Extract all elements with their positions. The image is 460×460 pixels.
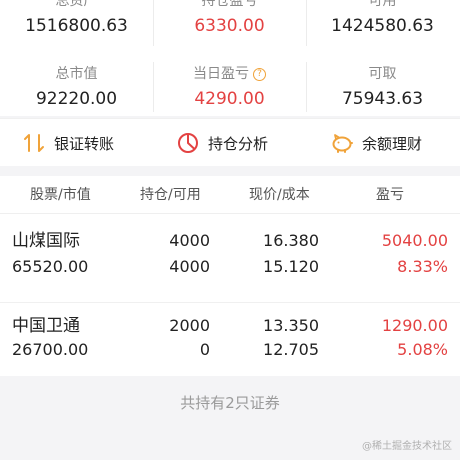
total-assets-cell: 总资产 1516800.63: [0, 0, 153, 38]
section-gap: [0, 166, 460, 176]
piggy-bank-icon: [330, 131, 354, 155]
divider: [153, 62, 154, 112]
withdrawable-value: 75943.63: [341, 89, 424, 109]
quick-actions-bar: 银证转账 持仓分析 余额理财: [0, 118, 460, 166]
stock-available: 0: [199, 340, 210, 359]
stock-price: 13.350: [263, 316, 319, 335]
pie-chart-icon: [176, 131, 200, 155]
position-pnl-label: 持仓盈亏: [201, 0, 258, 9]
stock-cost: 15.120: [263, 257, 319, 276]
header-pnl: 盈亏: [376, 187, 404, 203]
position-analysis-label: 持仓分析: [208, 134, 269, 153]
market-value-cell: 总市值 92220.00: [0, 64, 153, 111]
market-value-label: 总市值: [55, 66, 98, 82]
stock-pnl: 1290.00: [381, 316, 448, 335]
available-value: 1424580.63: [331, 16, 434, 36]
header-stock-market-value: 股票/市值: [30, 187, 91, 203]
position-analysis-button[interactable]: 持仓分析: [176, 119, 268, 167]
balance-finance-label: 余额理财: [362, 134, 423, 153]
divider: [306, 62, 307, 112]
table-row[interactable]: 山煤国际 65520.00 4000 4000 16.380 15.120 50…: [0, 226, 460, 288]
holdings-list: 山煤国际 65520.00 4000 4000 16.380 15.120 50…: [0, 214, 460, 376]
stock-price: 16.380: [263, 231, 319, 250]
total-assets-value: 1516800.63: [25, 16, 128, 36]
holdings-header: 股票/市值 持仓/可用 现价/成本 盈亏: [0, 176, 460, 214]
account-summary: 总资产 1516800.63 持仓盈亏 6330.00 可用 1424580.6…: [0, 0, 460, 116]
stock-position: 4000: [169, 231, 210, 250]
stock-market-value: 26700.00: [12, 340, 89, 359]
position-pnl-cell: 持仓盈亏 6330.00: [153, 0, 306, 38]
total-assets-label: 总资产: [55, 0, 98, 9]
help-icon[interactable]: ?: [253, 68, 266, 81]
header-position-available: 持仓/可用: [140, 187, 201, 203]
daily-pnl-label-wrap: 当日盈亏?: [153, 64, 306, 84]
stock-pnl-percent: 8.33%: [397, 257, 448, 276]
stock-market-value: 65520.00: [12, 257, 89, 276]
divider: [153, 0, 154, 46]
table-row[interactable]: 中国卫通 26700.00 2000 0 13.350 12.705 1290.…: [0, 302, 460, 364]
stock-cost: 12.705: [263, 340, 319, 359]
market-value-value: 92220.00: [35, 89, 118, 109]
stock-available: 4000: [169, 257, 210, 276]
stock-name: 中国卫通: [12, 316, 80, 336]
transfer-icon: [22, 131, 46, 155]
bank-transfer-button[interactable]: 银证转账: [22, 119, 114, 167]
daily-pnl-label: 当日盈亏: [193, 66, 249, 82]
holdings-count-text: 共持有2只证券: [180, 394, 280, 412]
watermark-text: @稀土掘金技术社区: [362, 441, 452, 452]
daily-pnl-value: 4290.00: [194, 89, 265, 109]
available-cell: 可用 1424580.63: [306, 0, 459, 38]
divider: [306, 0, 307, 46]
bank-transfer-label: 银证转账: [54, 134, 115, 153]
daily-pnl-cell[interactable]: 当日盈亏? 4290.00: [153, 64, 306, 111]
holdings-footer: 共持有2只证券: [0, 376, 460, 432]
withdrawable-cell: 可取 75943.63: [306, 64, 459, 111]
stock-pnl-percent: 5.08%: [397, 340, 448, 359]
stock-pnl: 5040.00: [381, 231, 448, 250]
stock-position: 2000: [169, 316, 210, 335]
position-pnl-value: 6330.00: [194, 16, 265, 36]
balance-finance-button[interactable]: 余额理财: [330, 119, 422, 167]
stock-name: 山煤国际: [12, 231, 80, 251]
withdrawable-label: 可取: [368, 66, 397, 82]
available-label: 可用: [368, 0, 397, 9]
header-price-cost: 现价/成本: [249, 187, 310, 203]
